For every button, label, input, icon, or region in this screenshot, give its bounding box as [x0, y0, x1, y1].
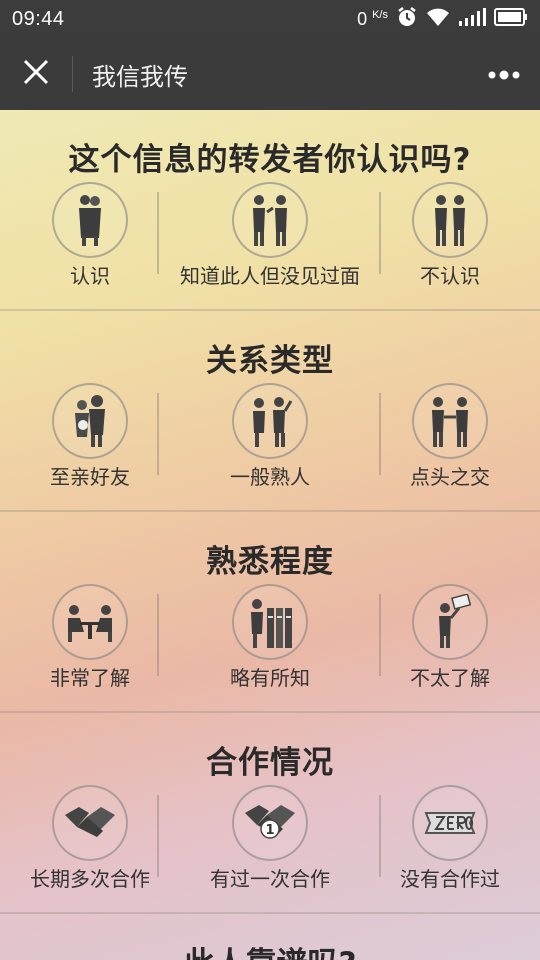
handshake-people-icon: [412, 383, 488, 459]
section-familiarity: 熟悉程度 非常了解 略有所知 不太了解: [0, 512, 540, 713]
section-relationship-type: 关系类型 至亲好友 一般熟人 点头之交: [0, 311, 540, 512]
option-long-term-cooperation[interactable]: 长期多次合作: [0, 785, 180, 895]
option-know-well[interactable]: 非常了解: [0, 584, 180, 694]
option-nodding-acquaintance[interactable]: 点头之交: [360, 383, 540, 493]
option-row: 至亲好友 一般熟人 点头之交: [0, 383, 540, 493]
option-divider: [379, 795, 381, 877]
nav-divider: [72, 56, 73, 92]
svg-text:1: 1: [265, 823, 274, 838]
option-no-cooperation[interactable]: 没有合作过: [360, 785, 540, 895]
option-label: 有过一次合作: [210, 867, 330, 891]
wifi-icon: [426, 7, 450, 32]
next-section-title: 此人靠谱吗?: [0, 914, 540, 960]
section-cooperation: 合作情况 长期多次合作 1 有过一次合作 没有合作过: [0, 713, 540, 914]
status-bar: 09:44 0 K/s: [0, 0, 540, 38]
option-label: 一般熟人: [230, 465, 310, 489]
option-divider: [157, 795, 159, 877]
handshake-icon: [52, 785, 128, 861]
zero-badge-icon: [412, 785, 488, 861]
option-divider: [379, 393, 381, 475]
signal-icon: [458, 7, 486, 32]
embracing-couple-icon: [52, 182, 128, 258]
section-title: 合作情况: [206, 745, 334, 781]
option-label: 略有所知: [230, 666, 310, 690]
file-cabinet-person-icon: [232, 584, 308, 660]
meeting-table-icon: [52, 584, 128, 660]
section-title: 这个信息的转发者你认识吗?: [68, 142, 472, 178]
option-know-not-met[interactable]: 知道此人但没见过面: [180, 182, 360, 292]
net-speed-value: 0: [357, 8, 368, 29]
option-divider: [379, 594, 381, 676]
battery-icon: [494, 7, 528, 31]
handshake-number-one-icon: 1: [232, 785, 308, 861]
option-not-know[interactable]: 不认识: [360, 182, 540, 292]
sign-holder-icon: [412, 584, 488, 660]
option-label: 非常了解: [50, 666, 130, 690]
section-know-forwarder: 这个信息的转发者你认识吗? 认识 知道此人但没见过面 不认识: [0, 110, 540, 311]
option-know-somewhat[interactable]: 略有所知: [180, 584, 360, 694]
option-row: 认识 知道此人但没见过面 不认识: [0, 182, 540, 292]
close-button[interactable]: [0, 38, 72, 110]
passing-strangers-icon: [232, 182, 308, 258]
option-label: 认识: [70, 264, 110, 288]
two-strangers-icon: [412, 182, 488, 258]
close-icon: [23, 59, 49, 89]
section-title: 关系类型: [206, 343, 334, 379]
section-title: 熟悉程度: [206, 544, 334, 580]
option-label: 不太了解: [410, 666, 490, 690]
option-acquaintance[interactable]: 一般熟人: [180, 383, 360, 493]
option-divider: [157, 393, 159, 475]
option-divider: [379, 192, 381, 274]
more-dots-icon: [488, 65, 520, 84]
alarm-icon: [396, 6, 418, 33]
net-speed: 0 K/s: [357, 9, 388, 30]
option-label: 长期多次合作: [30, 867, 150, 891]
option-label: 点头之交: [410, 465, 490, 489]
option-label: 不认识: [420, 264, 480, 288]
option-row: 非常了解 略有所知 不太了解: [0, 584, 540, 694]
page-title: 我信我传: [92, 62, 188, 91]
family-icon: [52, 383, 128, 459]
survey-content: 这个信息的转发者你认识吗? 认识 知道此人但没见过面 不认识 关系类型 至亲好友…: [0, 110, 540, 960]
greeting-people-icon: [232, 383, 308, 459]
option-label: 至亲好友: [50, 465, 130, 489]
option-know-little[interactable]: 不太了解: [360, 584, 540, 694]
option-once-cooperation[interactable]: 1 有过一次合作: [180, 785, 360, 895]
option-label: 没有合作过: [400, 867, 500, 891]
option-close-friends[interactable]: 至亲好友: [0, 383, 180, 493]
option-know[interactable]: 认识: [0, 182, 180, 292]
option-label: 知道此人但没见过面: [180, 264, 360, 288]
status-time: 09:44: [12, 7, 65, 30]
option-divider: [157, 192, 159, 274]
status-icons: 0 K/s: [357, 6, 528, 33]
net-speed-unit: K/s: [372, 8, 388, 21]
option-divider: [157, 594, 159, 676]
option-row: 长期多次合作 1 有过一次合作 没有合作过: [0, 785, 540, 895]
nav-bar: 我信我传: [0, 38, 540, 110]
more-button[interactable]: [486, 56, 522, 92]
